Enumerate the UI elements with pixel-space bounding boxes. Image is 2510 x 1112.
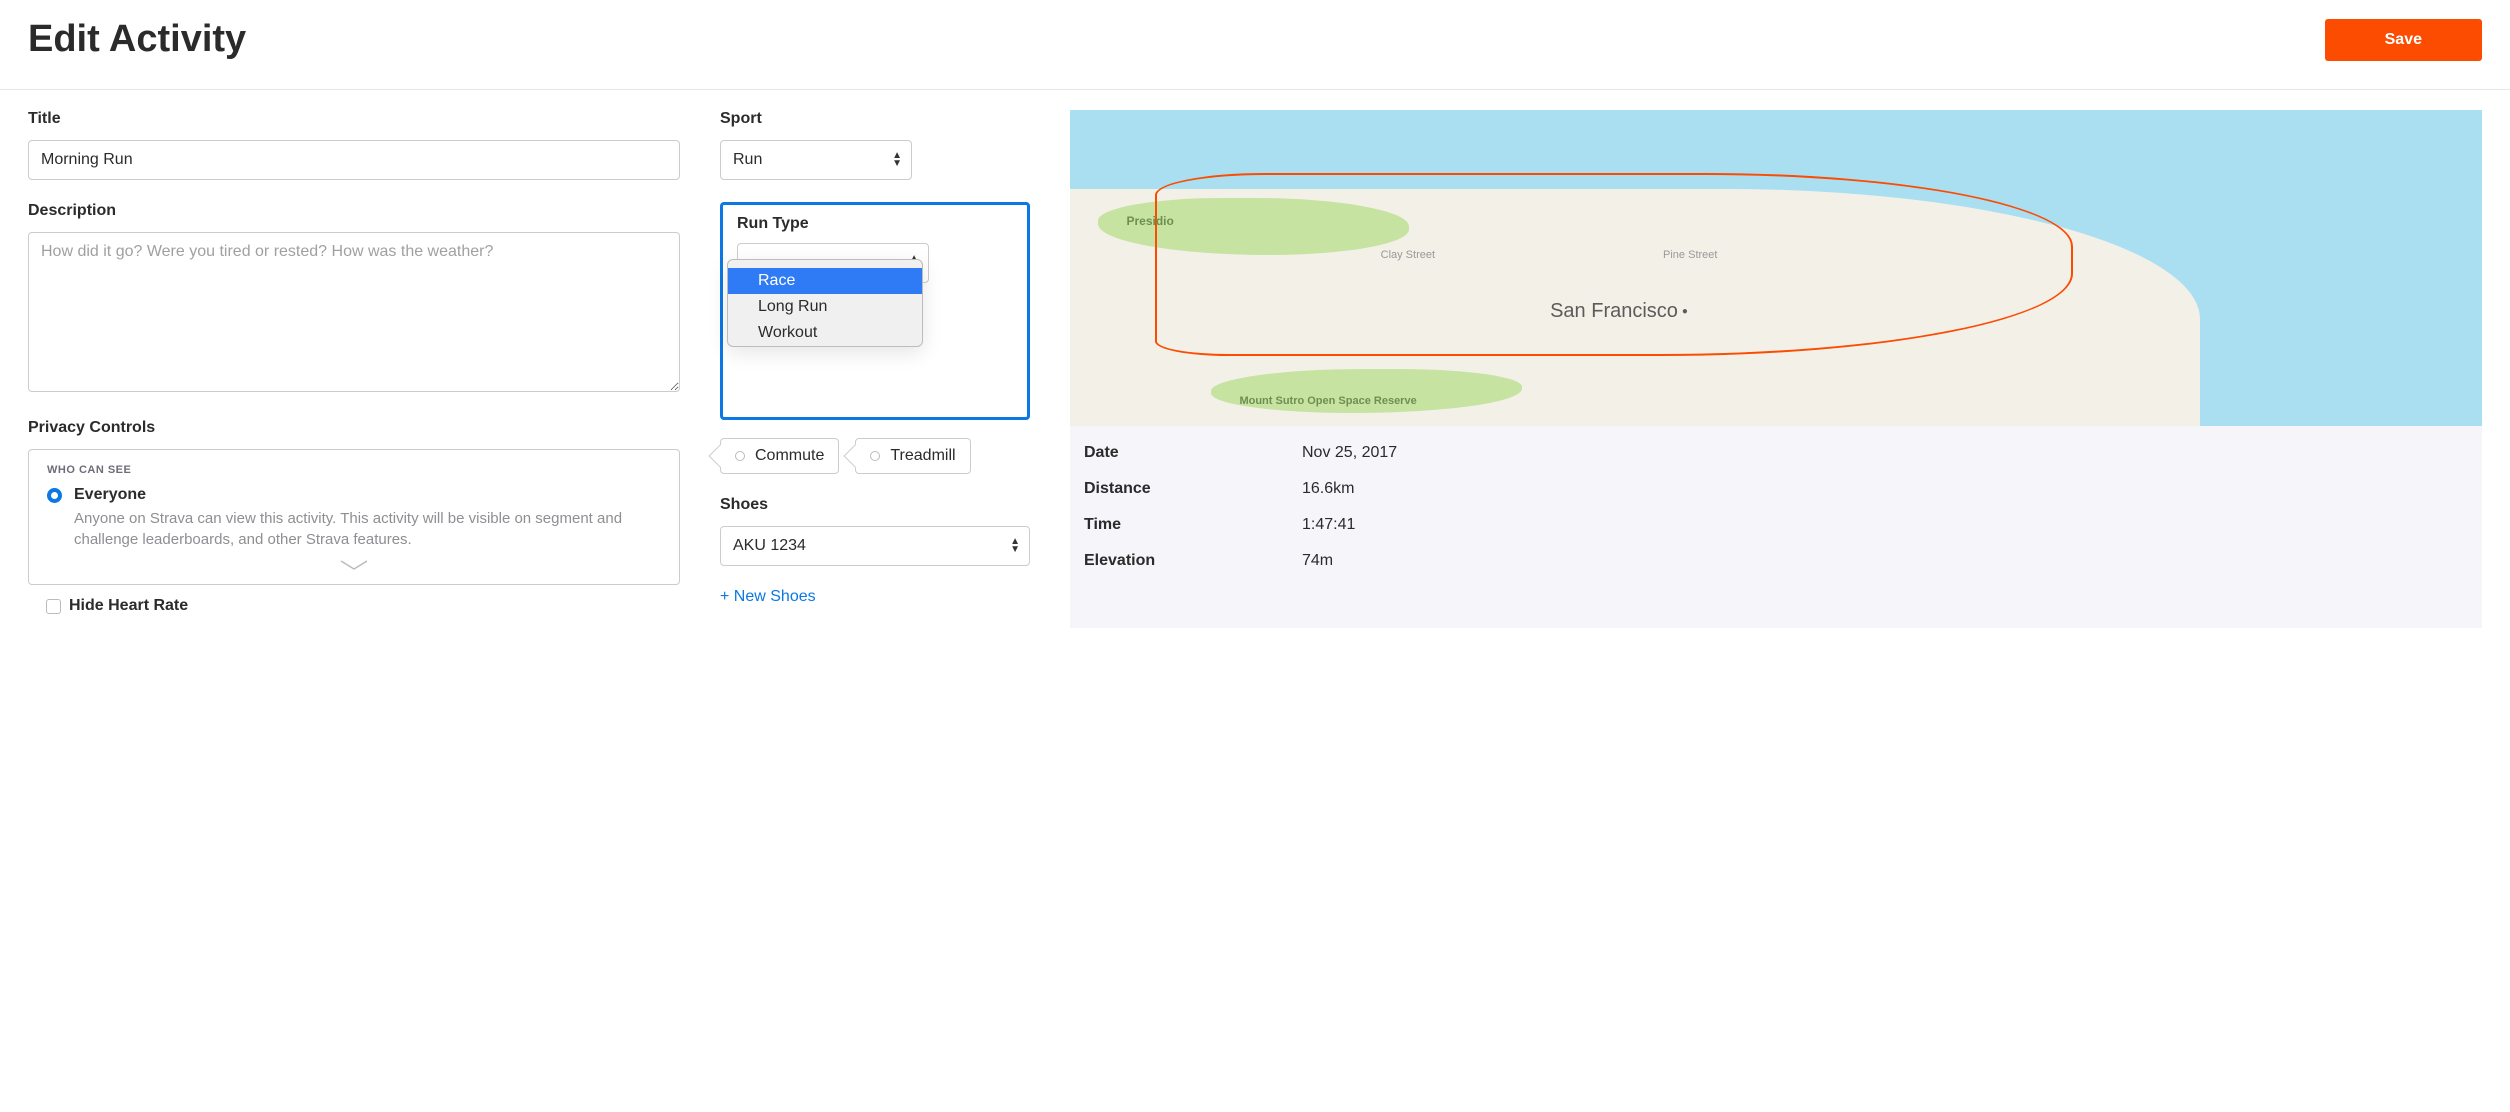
- who-can-see-label: WHO CAN SEE: [47, 464, 661, 476]
- stat-date-label: Date: [1084, 444, 1302, 462]
- privacy-label: Privacy Controls: [28, 419, 680, 437]
- stat-row-elevation: Elevation 74m: [1084, 552, 2468, 570]
- stat-row-time: Time 1:47:41: [1084, 516, 2468, 534]
- privacy-option-desc: Anyone on Strava can view this activity.…: [74, 508, 661, 550]
- stat-date-value: Nov 25, 2017: [1302, 444, 1397, 462]
- privacy-box: WHO CAN SEE Everyone Anyone on Strava ca…: [28, 449, 680, 585]
- left-column: Title Description Privacy Controls WHO C…: [28, 110, 680, 637]
- tag-radio-icon: [735, 451, 745, 461]
- sport-label: Sport: [720, 110, 1030, 128]
- privacy-field-block: Privacy Controls WHO CAN SEE Everyone An…: [28, 419, 680, 615]
- sport-select[interactable]: Run: [720, 140, 912, 180]
- run-type-label: Run Type: [737, 215, 1013, 233]
- run-type-dropdown-menu: ✓ Race Long Run Workout: [727, 259, 923, 347]
- title-field-block: Title: [28, 110, 680, 180]
- run-type-option-long-run[interactable]: Long Run: [728, 294, 922, 320]
- description-label: Description: [28, 202, 680, 220]
- page-title: Edit Activity: [28, 18, 246, 61]
- content-area: Title Description Privacy Controls WHO C…: [0, 90, 2510, 657]
- title-label: Title: [28, 110, 680, 128]
- hide-heart-rate-label: Hide Heart Rate: [69, 597, 188, 615]
- stat-distance-label: Distance: [1084, 480, 1302, 498]
- activity-map[interactable]: Presidio Clay Street Pine Street San Fra…: [1070, 110, 2482, 426]
- page-header: Edit Activity Save: [0, 0, 2510, 90]
- tags-block: Commute Treadmill: [720, 438, 1030, 474]
- stat-elevation-value: 74m: [1302, 552, 1333, 570]
- shoes-select-wrap: AKU 1234 ▲▼: [720, 526, 1030, 566]
- hide-heart-rate-checkbox[interactable]: [46, 599, 61, 614]
- stat-time-label: Time: [1084, 516, 1302, 534]
- chevron-down-icon: [339, 559, 369, 571]
- tag-treadmill-label: Treadmill: [890, 447, 955, 465]
- middle-column: Sport Run ▲▼ Run Type ▲▼ ✓ Race Long Run…: [720, 110, 1030, 637]
- save-button[interactable]: Save: [2325, 19, 2482, 61]
- map-label-sutro: Mount Sutro Open Space Reserve: [1239, 395, 1416, 407]
- run-type-highlighted-box: Run Type ▲▼ ✓ Race Long Run Workout: [720, 202, 1030, 420]
- activity-stats: Date Nov 25, 2017 Distance 16.6km Time 1…: [1070, 426, 2482, 628]
- stat-row-distance: Distance 16.6km: [1084, 480, 2468, 498]
- run-type-option-blank[interactable]: ✓: [728, 260, 922, 268]
- privacy-option-everyone[interactable]: Everyone Anyone on Strava can view this …: [47, 486, 661, 550]
- map-label-street: Pine Street: [1663, 249, 1717, 261]
- stat-elevation-label: Elevation: [1084, 552, 1302, 570]
- shoes-select[interactable]: AKU 1234: [720, 526, 1030, 566]
- sport-field-block: Sport Run ▲▼: [720, 110, 1030, 180]
- tag-commute[interactable]: Commute: [720, 438, 839, 474]
- run-type-option-race[interactable]: Race: [728, 268, 922, 294]
- privacy-option-title: Everyone: [74, 486, 661, 504]
- map-route-line: [1155, 173, 2073, 356]
- description-field-block: Description: [28, 202, 680, 397]
- right-column: Presidio Clay Street Pine Street San Fra…: [1070, 110, 2482, 637]
- new-shoes-link[interactable]: + New Shoes: [720, 588, 1030, 606]
- radio-selected-icon: [47, 488, 62, 503]
- stat-distance-value: 16.6km: [1302, 480, 1354, 498]
- map-label-presidio: Presidio: [1126, 214, 1173, 228]
- map-label-city: San Francisco●: [1550, 300, 1688, 323]
- tag-radio-icon: [870, 451, 880, 461]
- hide-heart-rate-row[interactable]: Hide Heart Rate: [46, 597, 680, 615]
- tag-commute-label: Commute: [755, 447, 824, 465]
- sport-select-wrap: Run ▲▼: [720, 140, 912, 180]
- title-input[interactable]: [28, 140, 680, 180]
- shoes-label: Shoes: [720, 496, 1030, 514]
- stat-time-value: 1:47:41: [1302, 516, 1355, 534]
- shoes-field-block: Shoes AKU 1234 ▲▼: [720, 496, 1030, 566]
- description-textarea[interactable]: [28, 232, 680, 392]
- expand-privacy-button[interactable]: [47, 558, 661, 576]
- map-label-street: Clay Street: [1381, 249, 1435, 261]
- stat-row-date: Date Nov 25, 2017: [1084, 444, 2468, 462]
- tag-treadmill[interactable]: Treadmill: [855, 438, 970, 474]
- run-type-option-workout[interactable]: Workout: [728, 320, 922, 346]
